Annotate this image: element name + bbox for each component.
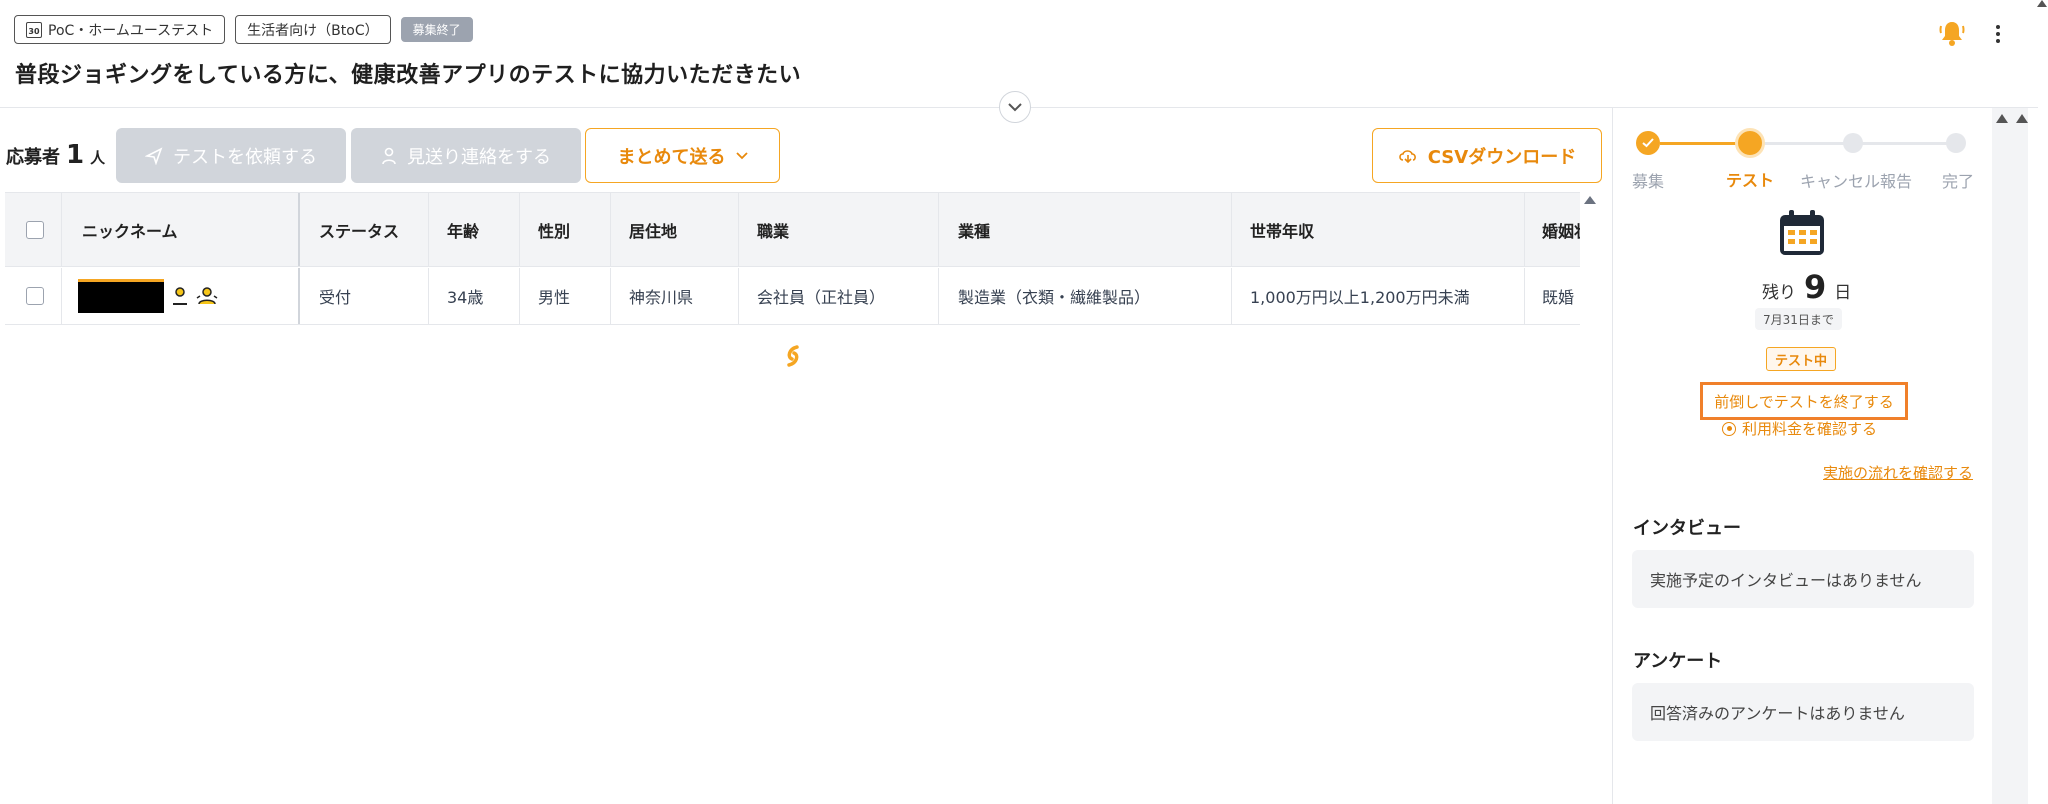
calendar-30-icon: 30	[26, 21, 42, 38]
remaining-prefix: 残り	[1762, 283, 1796, 303]
column-header-marital[interactable]: 婚姻状	[1542, 193, 1580, 266]
column-header-income[interactable]: 世帯年収	[1250, 193, 1510, 266]
chevron-down-icon[interactable]	[999, 91, 1031, 123]
bell-icon[interactable]	[1937, 18, 1967, 48]
skip-contact-button[interactable]: 見送り連絡をする	[351, 128, 581, 183]
step-todo-dot	[1946, 133, 1966, 153]
table-header: ニックネーム ステータス 年齢 性別 居住地 職業 業種 世帯年収 婚姻状	[5, 192, 1580, 267]
bulk-send-label: まとめて送る	[617, 146, 726, 168]
column-header-gender[interactable]: 性別	[538, 193, 608, 266]
applicant-count-unit: 人	[90, 149, 106, 167]
csv-download-button[interactable]: CSVダウンロード	[1372, 128, 1602, 183]
survey-section-title: アンケート	[1633, 651, 1723, 672]
scroll-up-icon	[1996, 114, 2008, 123]
step-todo-dot	[1843, 133, 1863, 153]
chevron-down-icon	[735, 151, 748, 159]
remaining-days: 残り 9 日	[1762, 268, 1851, 306]
occupation-cell: 会社員（正社員）	[757, 288, 886, 307]
income-cell: 1,000万円以上1,200万円未満	[1250, 288, 1470, 307]
tag-recruit-closed: 募集終了	[400, 17, 473, 42]
gender-cell: 男性	[538, 288, 571, 307]
row-checkbox[interactable]	[26, 287, 44, 305]
status-badge: テスト中	[1766, 347, 1837, 371]
applicant-count-value: 1	[66, 140, 85, 170]
table-scroll-up-icon[interactable]	[1584, 196, 1596, 204]
tag-list: 30 PoC・ホームユーステスト 生活者向け（BtoC） 募集終了	[14, 15, 473, 44]
check-flow-link[interactable]: 実施の流れを確認する	[1823, 462, 1973, 483]
more-menu-icon[interactable]	[1988, 20, 2008, 48]
applicant-count: 応募者 1 人	[6, 140, 105, 170]
request-test-button[interactable]: テストを依頼する	[116, 128, 346, 183]
deadline-badge: 7月31日まで	[1755, 308, 1842, 330]
step-label-recruit: 募集	[1632, 172, 1665, 191]
marital-cell: 既婚	[1542, 288, 1575, 307]
right-scrollbar[interactable]	[1992, 108, 2028, 804]
check-fee-label: 利用料金を確認する	[1742, 420, 1878, 438]
scroll-up-icon	[2016, 114, 2028, 123]
column-header-nickname[interactable]: ニックネーム	[82, 193, 292, 266]
calendar-icon	[1777, 208, 1827, 258]
row-checkbox-cell	[26, 268, 50, 324]
redacted-nickname	[78, 279, 164, 313]
person-icon	[382, 147, 396, 164]
applicant-count-label: 応募者	[6, 147, 60, 168]
column-header-age[interactable]: 年齢	[447, 193, 517, 266]
column-header-status[interactable]: ステータス	[319, 193, 429, 266]
remaining-days-value: 9	[1804, 268, 1827, 306]
cloud-download-icon	[1398, 149, 1416, 163]
check-fee-link[interactable]: 利用料金を確認する	[1722, 418, 1877, 439]
age-cell: 34歳	[447, 288, 484, 307]
step-label-cancel-report: キャンセル報告	[1800, 172, 1913, 191]
request-test-label: テストを依頼する	[173, 146, 317, 168]
tag-label: PoC・ホームユーステスト	[48, 22, 214, 39]
remaining-suffix: 日	[1834, 283, 1852, 303]
skip-contact-label: 見送り連絡をする	[407, 146, 551, 168]
nickname-cell	[78, 268, 288, 324]
step-done-check-icon	[1636, 131, 1660, 155]
tag-poc-home-use: 30 PoC・ホームユーステスト	[14, 15, 226, 44]
select-all-checkbox[interactable]	[26, 220, 44, 239]
group-icon	[196, 287, 218, 305]
radio-dot-icon	[1722, 421, 1736, 436]
step-label-test: テスト	[1726, 171, 1775, 190]
interview-empty-message: 実施予定のインタビューはありません	[1632, 550, 1974, 608]
tag-btoc: 生活者向け（BtoC）	[235, 15, 391, 44]
industry-cell: 製造業（衣類・繊維製品）	[958, 288, 1151, 307]
step-label-complete: 完了	[1942, 172, 1975, 191]
scroll-up-icon[interactable]	[2037, 0, 2047, 7]
column-header-occupation[interactable]: 職業	[757, 193, 937, 266]
csv-download-label: CSVダウンロード	[1427, 146, 1577, 168]
panel-scroll-arrows[interactable]	[1996, 114, 2028, 123]
page-title: 普段ジョギングをしている方に、健康改善アプリのテストに協力いただきたい	[15, 63, 802, 88]
person-icon	[173, 287, 187, 305]
column-header-residence[interactable]: 居住地	[629, 193, 729, 266]
send-icon	[145, 146, 163, 165]
end-test-early-button[interactable]: 前倒しでテストを終了する	[1700, 382, 1908, 420]
residence-cell: 神奈川県	[629, 288, 694, 307]
survey-empty-message: 回答済みのアンケートはありません	[1632, 683, 1974, 741]
loading-spinner-icon	[783, 343, 803, 369]
tag-label: 生活者向け（BtoC）	[247, 22, 379, 39]
tag-label: 募集終了	[412, 23, 461, 37]
status-cell: 受付	[319, 288, 352, 307]
select-all-checkbox-cell	[26, 193, 50, 266]
table-row[interactable]: 受付 34歳 男性 神奈川県 会社員（正社員） 製造業（衣類・繊維製品） 1,0…	[5, 268, 1580, 325]
column-header-industry[interactable]: 業種	[958, 193, 1228, 266]
interview-section-title: インタビュー	[1633, 518, 1741, 539]
bulk-send-button[interactable]: まとめて送る	[585, 128, 780, 183]
step-current-dot	[1735, 128, 1765, 158]
